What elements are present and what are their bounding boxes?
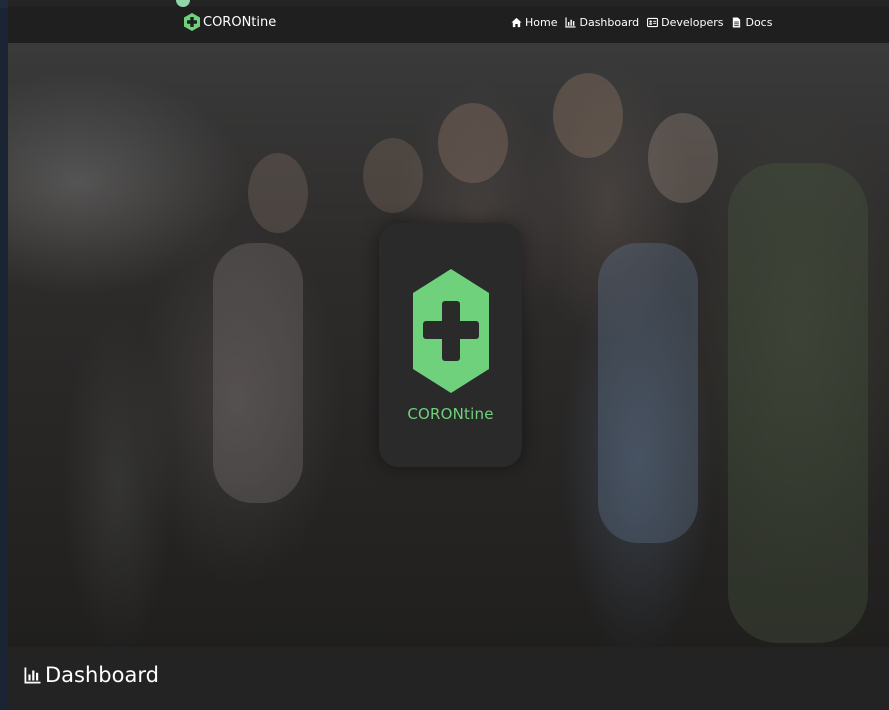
nav-item-home[interactable]: Home [511, 16, 557, 29]
nav-item-docs[interactable]: Docs [731, 16, 772, 29]
nav-item-developers[interactable]: Developers [647, 16, 723, 29]
document-icon [733, 16, 741, 28]
dashboard-section: Dashboard [8, 647, 889, 710]
nav-item-label: Dashboard [579, 15, 640, 29]
hexagon-plus-icon [184, 13, 200, 31]
brand-name: CORONtine [203, 14, 277, 30]
hero-photo-shape [363, 138, 423, 213]
id-card-icon [647, 17, 659, 27]
nav-item-dashboard[interactable]: Dashboard [565, 16, 639, 29]
hero-photo-shape [598, 243, 698, 543]
hexagon-plus-icon [413, 269, 489, 393]
section-title-text: Dashboard [45, 663, 159, 687]
nav-links: Home Dashboard Developers Docs [511, 13, 772, 31]
hero-banner: CORONtine [8, 43, 889, 647]
brand-link[interactable]: CORONtine [184, 10, 276, 34]
chart-icon [565, 16, 577, 28]
home-icon [511, 17, 522, 27]
nav-item-label: Developers [661, 15, 724, 29]
nav-item-label: Home [525, 15, 558, 29]
nav-item-label: Docs [745, 15, 773, 29]
hero-photo-shape [213, 243, 303, 503]
hero-photo-shape [248, 153, 308, 233]
logo-card: CORONtine [379, 223, 522, 467]
chart-icon [24, 667, 41, 683]
hero-photo-shape [553, 73, 623, 158]
hero-photo-shape [438, 103, 508, 183]
hero-photo-shape [728, 163, 868, 643]
logo-text: CORONtine [407, 405, 494, 423]
section-title: Dashboard [24, 663, 159, 687]
hero-photo-shape [648, 113, 718, 203]
navbar: CORONtine Home Dashboard Developers Docs [8, 6, 889, 43]
